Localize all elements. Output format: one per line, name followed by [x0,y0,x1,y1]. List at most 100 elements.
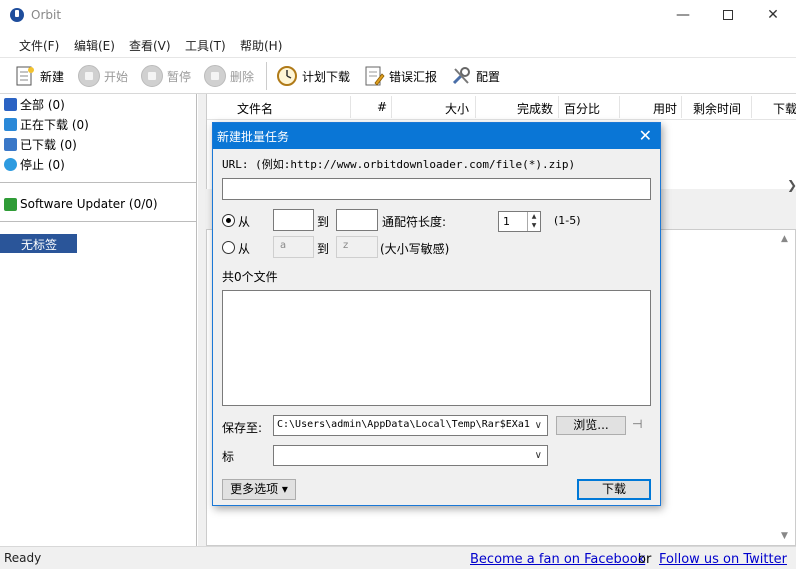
col-filename[interactable]: 文件名 [237,100,273,117]
col-percent[interactable]: 百分比 [564,100,600,117]
new-button[interactable]: 新建 [14,64,64,88]
chevron-down-icon: ∨ [534,450,542,461]
case-sensitive-note: (大小写敏感) [380,242,450,256]
col-divider[interactable] [558,96,559,118]
alpha-range-radio[interactable] [222,241,235,254]
schedule-button-label: 计划下载 [302,69,351,84]
numeric-from-input[interactable] [273,209,314,231]
panel-divider [0,182,197,183]
col-download[interactable]: 下载 [773,100,796,117]
category-stopped[interactable]: 停止 (0) [4,155,65,173]
col-number[interactable]: # [377,100,387,114]
wildcard-length-value: 1 [503,215,510,228]
alpha-to-input[interactable]: z [336,236,378,258]
dialog-title: 新建批量任务 [217,130,290,144]
url-hint: URL: (例如:http://www.orbitdownloader.com/… [222,158,576,171]
twitter-link[interactable]: Follow us on Twitter [659,552,787,567]
menu-file[interactable]: 文件(F) [19,37,59,54]
menu-tools[interactable]: 工具(T) [185,37,226,54]
numeric-to-label: 到 [317,215,330,229]
file-preview-list[interactable] [222,290,651,406]
category-all[interactable]: 全部 (0) [4,95,65,113]
col-divider[interactable] [619,96,620,118]
col-divider[interactable] [681,96,682,118]
delete-icon [204,65,226,87]
col-divider[interactable] [751,96,752,118]
col-divider[interactable] [350,96,351,118]
download-arrow-icon [4,117,17,131]
dialog-close-icon[interactable]: ✕ [639,126,652,145]
status-text: Ready [4,551,42,565]
menu-help[interactable]: 帮助(H) [240,37,282,54]
numeric-to-input[interactable] [336,209,378,231]
title-bar: Orbit — ✕ [0,0,796,31]
download-button[interactable]: 下载 [577,479,651,500]
numeric-range-radio[interactable] [222,214,235,227]
vertical-scrollbar[interactable]: ▲ ▼ [778,230,795,545]
maximize-button[interactable] [705,0,751,31]
scroll-right-arrow[interactable]: ❯ [787,178,796,192]
stop-icon [4,157,17,171]
report-button[interactable]: 错误汇报 [363,64,437,88]
tag-untagged[interactable]: 无标签 (0) [0,234,77,267]
alpha-from-input[interactable]: a [273,236,314,258]
close-button[interactable]: ✕ [750,0,796,31]
toolbar: 新建 开始 暂停 删除 计划下载 错误汇报 配置 [0,58,796,94]
spinner-buttons[interactable]: ▲ ▼ [527,212,540,231]
wildcard-length-label: 通配符长度: [382,215,447,229]
tag-select[interactable]: ∨ [273,445,548,466]
category-stopped-label: 停止 (0) [20,157,65,172]
facebook-link[interactable]: Become a fan on Facebook [470,552,645,567]
col-size[interactable]: 大小 [445,100,469,117]
category-downloading[interactable]: 正在下载 (0) [4,115,89,133]
menu-view[interactable]: 查看(V) [129,37,171,54]
url-input[interactable] [222,178,651,200]
file-count: 共0个文件 [222,270,278,284]
clock-icon [277,66,297,86]
batch-task-dialog: 新建批量任务 ✕ URL: (例如:http://www.orbitdownlo… [212,122,661,506]
save-path-select[interactable]: C:\Users\admin\AppData\Local\Temp\Rar$EX… [273,415,548,436]
menu-edit[interactable]: 编辑(E) [74,37,115,54]
col-remaining[interactable]: 剩余时间 [693,100,741,117]
column-header: 文件名 # 大小 完成数 百分比 用时 剩余时间 下载 [207,94,796,120]
delete-button[interactable]: 删除 [204,64,254,88]
col-completed[interactable]: 完成数 [517,100,553,117]
pin-icon[interactable]: ⊣ [632,417,642,431]
new-button-label: 新建 [40,69,65,84]
alpha-to-label: 到 [317,242,330,256]
orbit-logo-icon [10,8,24,22]
browse-button[interactable]: 浏览... [556,416,626,435]
status-or: or [638,552,652,567]
pause-button[interactable]: 暂停 [141,64,191,88]
more-options-button[interactable]: 更多选项 ▾ [222,479,296,500]
col-divider[interactable] [391,96,392,118]
updater-icon [4,197,17,211]
col-elapsed[interactable]: 用时 [653,100,677,117]
status-bar: Ready Become a fan on Facebook or Follow… [0,546,796,569]
spinner-up-icon[interactable]: ▲ [528,212,540,221]
wildcard-length-spinner[interactable]: 1 ▲ ▼ [498,211,541,232]
play-icon [78,65,100,87]
pause-button-label: 暂停 [167,69,192,84]
schedule-button[interactable]: 计划下载 [276,64,350,88]
report-icon [365,66,385,86]
tools-icon [452,67,470,85]
numeric-from-label: 从 [238,215,251,229]
tag-label: 标 [222,450,235,464]
software-updater[interactable]: Software Updater (0/0) [4,195,158,213]
alpha-from-label: 从 [238,242,251,256]
maximize-icon [723,10,733,20]
col-divider[interactable] [475,96,476,118]
scroll-up-arrow[interactable]: ▲ [781,234,788,244]
settings-button[interactable]: 配置 [450,64,500,88]
start-button[interactable]: 开始 [78,64,128,88]
spinner-down-icon[interactable]: ▼ [528,221,540,230]
category-downloaded-label: 已下载 (0) [20,137,77,152]
category-downloaded[interactable]: 已下载 (0) [4,135,77,153]
category-downloading-label: 正在下载 (0) [20,117,89,132]
new-file-icon [16,66,34,86]
software-updater-label: Software Updater (0/0) [20,197,158,211]
scroll-down-arrow[interactable]: ▼ [781,531,788,541]
save-path-value: C:\Users\admin\AppData\Local\Temp\Rar$EX… [277,419,530,430]
minimize-button[interactable]: — [660,0,706,31]
